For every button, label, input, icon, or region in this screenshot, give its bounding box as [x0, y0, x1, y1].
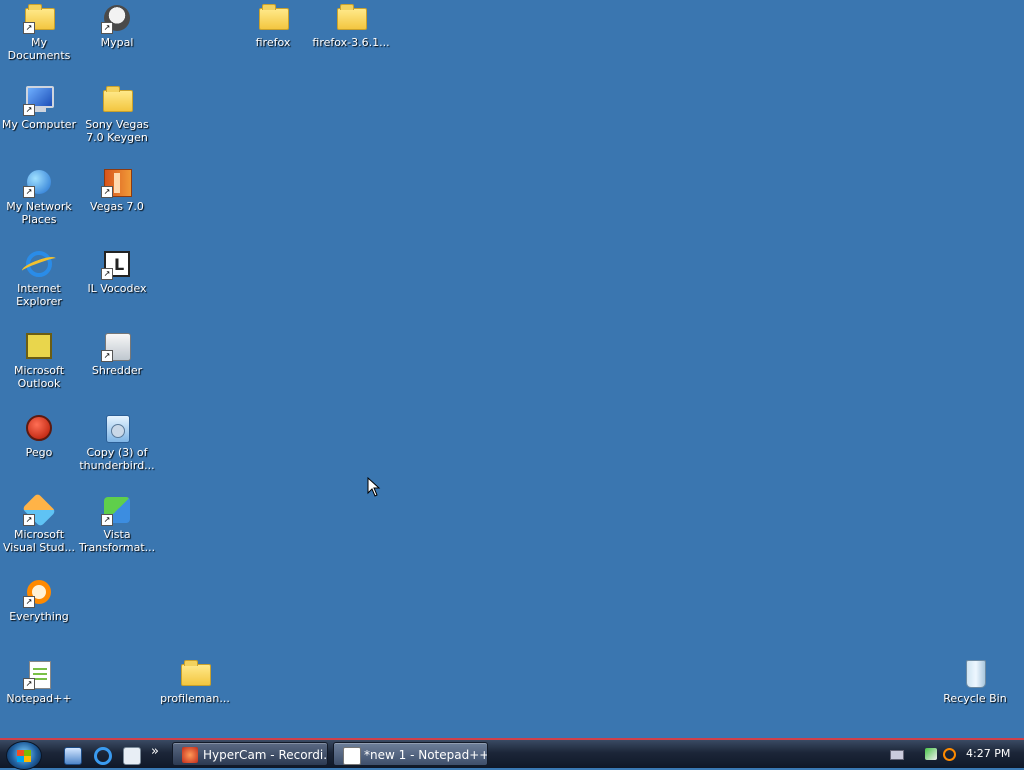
start-button[interactable]	[6, 741, 42, 770]
internet-explorer-icon[interactable]	[94, 747, 112, 765]
desktop-icon-label: Sony Vegas 7.0 Keygen	[85, 118, 149, 144]
mail-icon[interactable]	[123, 747, 141, 765]
desktop-icon-notepad-plus-plus[interactable]: ↗ Notepad++	[0, 658, 78, 705]
folder-shortcut-icon: ↗	[23, 2, 55, 34]
taskbar-button-label: HyperCam - Recordi...	[203, 748, 328, 762]
pego-icon	[23, 412, 55, 444]
taskbar-button-label: *new 1 - Notepad++	[364, 748, 488, 762]
windows-start-orb-icon	[17, 750, 31, 762]
desktop-icon-label: IL Vocodex	[87, 282, 147, 295]
vista-transformation-icon: ↗	[101, 494, 133, 526]
desktop-icon-label: Everything	[9, 610, 69, 623]
desktop-icon-il-vocodex[interactable]: ↗ IL Vocodex	[78, 248, 156, 295]
internet-explorer-icon	[20, 248, 58, 280]
quick-launch-more-button[interactable]: »	[151, 744, 159, 759]
search-icon[interactable]	[943, 748, 956, 761]
desktop-icon-label: My Network Places	[6, 200, 72, 226]
desktop-icon-label: My Computer	[1, 118, 77, 131]
desktop-icon-profileman[interactable]: profileman...	[156, 658, 234, 705]
desktop-icon-my-network-places[interactable]: ↗ My Network Places	[0, 166, 78, 226]
desktop-icon-vegas-7[interactable]: ↗ Vegas 7.0	[78, 166, 156, 213]
desktop-icon-label: Vegas 7.0	[90, 200, 144, 213]
thunderbird-setup-icon	[101, 412, 133, 444]
desktop-icon-label: profileman...	[160, 692, 230, 705]
desktop-icon-label: Mypal	[100, 36, 134, 49]
desktop-icon-label: Recycle Bin	[943, 692, 1007, 705]
desktop-icon-label: Microsoft Visual Stud...	[2, 528, 76, 554]
outlook-icon	[23, 330, 55, 362]
folder-icon	[335, 2, 367, 34]
desktop-icon-my-documents[interactable]: ↗ My Documents	[0, 2, 78, 62]
raccoon-browser-icon: ↗	[101, 2, 133, 34]
desktop-icon-label: My Documents	[7, 36, 71, 62]
clock[interactable]: 4:27 PM	[966, 740, 1010, 768]
shredder-icon: ↗	[101, 330, 133, 362]
notepad-plus-plus-icon	[343, 747, 361, 765]
desktop-icon-label: Pego	[25, 446, 53, 459]
network-icon[interactable]	[925, 748, 937, 760]
desktop-icon-label: Copy (3) of thunderbird...	[79, 446, 155, 472]
network-places-icon: ↗	[23, 166, 55, 198]
desktop-icon-pego[interactable]: Pego	[0, 412, 78, 459]
taskbar-button-notepad-plus-plus[interactable]: *new 1 - Notepad++	[333, 742, 488, 766]
hypercam-icon	[182, 747, 198, 763]
visual-studio-icon: ↗	[22, 493, 56, 527]
desktop-icon-firefox-3-6-1[interactable]: firefox-3.6.1...	[312, 2, 390, 49]
il-vocodex-icon: ↗	[101, 248, 133, 280]
desktop-icon-internet-explorer[interactable]: Internet Explorer	[0, 248, 78, 308]
taskbar: » HyperCam - Recordi... *new 1 - Notepad…	[0, 738, 1024, 770]
vegas-icon: ↗	[101, 166, 133, 198]
desktop-icon-label: Vista Transformat...	[78, 528, 156, 554]
everything-search-icon: ↗	[23, 576, 55, 608]
keyboard-icon[interactable]	[890, 750, 904, 760]
folder-icon	[179, 658, 211, 690]
desktop-icon-everything[interactable]: ↗ Everything	[0, 576, 78, 623]
desktop-icon-mypal[interactable]: ↗ Mypal	[78, 2, 156, 49]
show-desktop-icon[interactable]	[64, 747, 82, 765]
desktop-icon-sony-vegas-keygen[interactable]: Sony Vegas 7.0 Keygen	[78, 84, 156, 144]
notepad-plus-plus-icon: ↗	[23, 658, 55, 690]
desktop-icon-microsoft-outlook[interactable]: Microsoft Outlook	[0, 330, 78, 390]
desktop-icon-label: Shredder	[91, 364, 143, 377]
system-tray: 4:27 PM	[880, 740, 1024, 768]
desktop-icon-vista-transformation[interactable]: ↗ Vista Transformat...	[78, 494, 156, 554]
desktop-icon-my-computer[interactable]: ↗ My Computer	[0, 84, 78, 131]
desktop-icon-label: Microsoft Outlook	[13, 364, 65, 390]
desktop-icon-label: Internet Explorer	[16, 282, 62, 308]
desktop-icon-thunderbird-copy[interactable]: Copy (3) of thunderbird...	[78, 412, 156, 472]
folder-icon	[257, 2, 289, 34]
folder-icon	[101, 84, 133, 116]
desktop-icon-label: firefox-3.6.1...	[312, 36, 390, 49]
desktop-icon-recycle-bin[interactable]: Recycle Bin	[936, 658, 1014, 705]
desktop-icon-firefox[interactable]: firefox	[234, 2, 312, 49]
computer-icon: ↗	[23, 84, 55, 116]
desktop-icon-shredder[interactable]: ↗ Shredder	[78, 330, 156, 377]
desktop: ↗ My Documents ↗ Mypal firefox firefox-3…	[0, 0, 1024, 738]
desktop-icon-label: Notepad++	[6, 692, 72, 705]
taskbar-button-hypercam[interactable]: HyperCam - Recordi...	[172, 742, 328, 766]
desktop-icon-visual-studio[interactable]: ↗ Microsoft Visual Stud...	[0, 493, 78, 554]
recycle-bin-icon	[959, 658, 991, 690]
desktop-icon-label: firefox	[255, 36, 291, 49]
